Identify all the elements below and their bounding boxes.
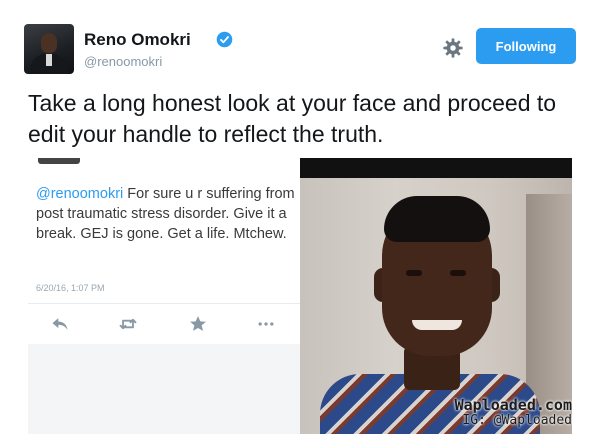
tweet-text: Take a long honest look at your face and… [28,90,557,147]
photo-hair [384,196,490,242]
photo-top-bar [300,158,572,178]
embedded-tweet-text: @renoomokri For sure u r suffering from … [36,184,298,244]
photo-smile [412,320,462,330]
user-handle[interactable]: @renoomokri [84,54,162,69]
display-name[interactable]: Reno Omokri [84,30,191,50]
gear-icon[interactable] [442,37,464,59]
avatar-face [41,33,57,53]
verified-badge-icon [216,31,233,48]
embedded-mention: @renoomokri [36,186,124,202]
avatar-collar [46,54,52,66]
tweet-media[interactable]: @renoomokri For sure u r suffering from … [28,158,572,434]
embedded-timestamp: 6/20/16, 1:07 PM [36,283,105,293]
photo-eye-right [450,270,466,276]
watermark-instagram: IG: @Waploaded [462,413,572,428]
photo-eye-left [406,270,422,276]
embedded-tweet-screenshot: @renoomokri For sure u r suffering from … [28,158,300,434]
watermark-site: Waploaded.com [454,396,572,414]
following-button[interactable]: Following [476,28,576,64]
retweet-icon [119,318,137,330]
like-icon [190,316,206,331]
person-photo [300,158,572,434]
embedded-blank-area [28,344,300,434]
reply-icon [52,318,68,330]
embedded-top-bar [38,158,80,164]
embedded-action-bar [28,304,300,344]
watermark: Waploaded.com IG: @Waploaded [422,397,572,428]
avatar[interactable] [24,24,74,74]
tweet-header: Reno Omokri @renoomokri Following [24,24,576,76]
more-icon [258,322,274,326]
